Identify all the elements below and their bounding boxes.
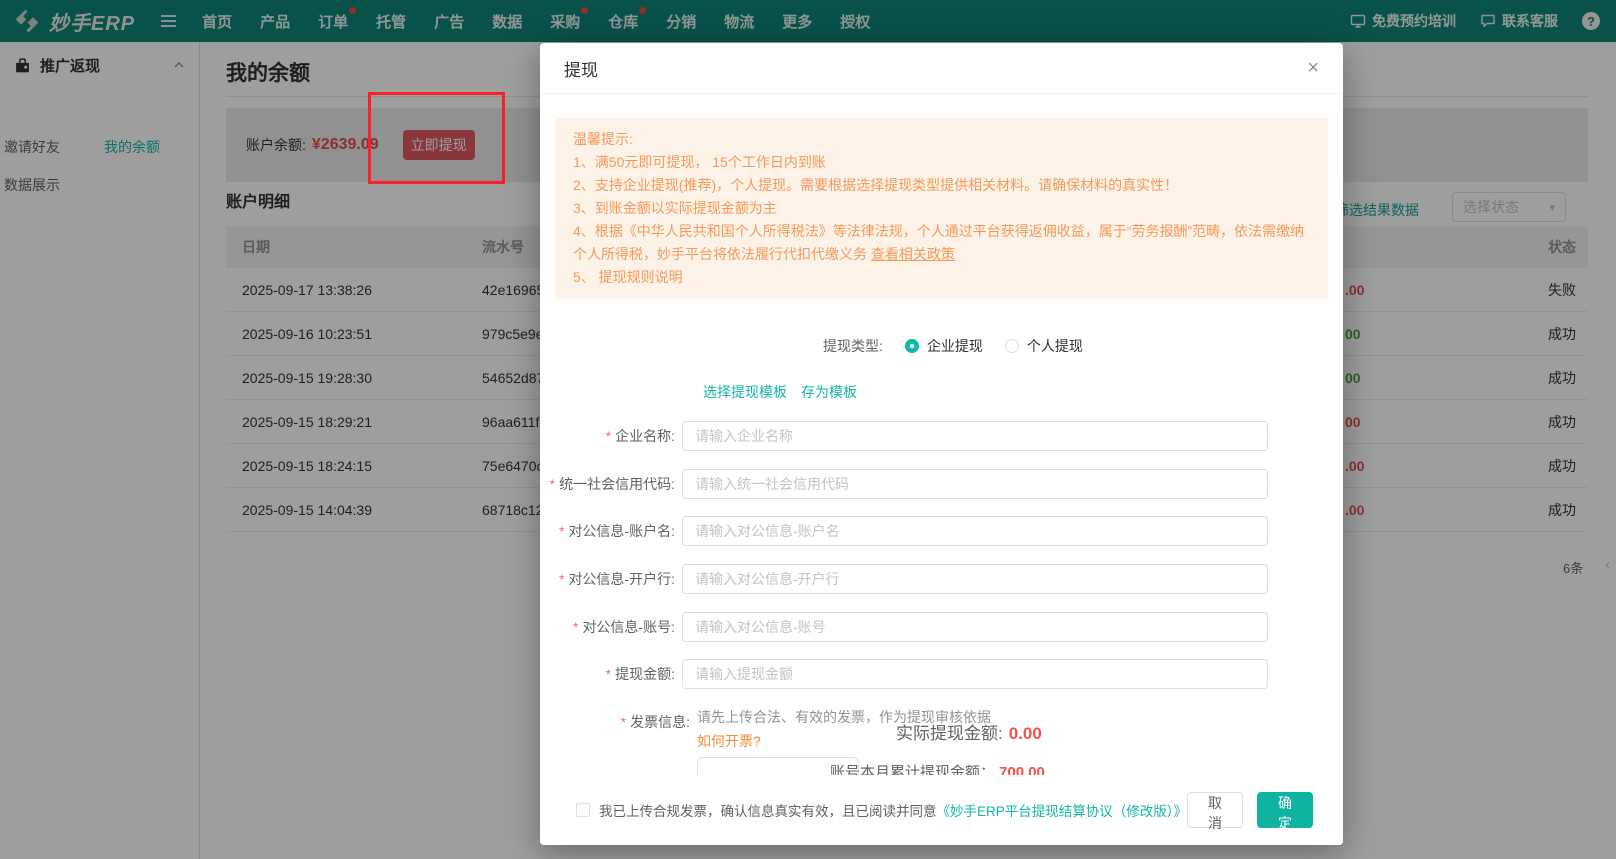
account-number-input[interactable] — [682, 612, 1268, 642]
choose-template-link[interactable]: 选择提现模板 — [703, 382, 787, 402]
required-asterisk: * — [605, 666, 612, 682]
how-to-invoice-link[interactable]: 如何开票? — [697, 731, 761, 751]
radio-unselected-icon — [1004, 339, 1019, 353]
agree-checkbox[interactable] — [576, 803, 590, 817]
required-asterisk: * — [558, 523, 565, 539]
required-asterisk: * — [572, 619, 579, 635]
radio-selected-icon — [904, 339, 919, 353]
monthly-total-withdraw-row: 账号本月累计提现金额： 700.00 — [830, 761, 1045, 775]
withdraw-amount-input[interactable] — [682, 659, 1268, 689]
account-name-input[interactable] — [682, 516, 1268, 546]
required-asterisk: * — [620, 714, 627, 730]
modal-body: 温馨提示: 1、满50元即可提现， 15个工作日内到账 2、支持企业提现(推荐)… — [540, 95, 1343, 775]
notice-line-2: 2、支持企业提现(推荐)，个人提现。需要根据选择提现类型提供相关材料。请确保材料… — [573, 177, 1179, 193]
required-asterisk: * — [558, 571, 565, 587]
notice-line-5: 5、 提现规则说明 — [573, 269, 683, 285]
confirm-button[interactable]: 确定 — [1257, 792, 1313, 831]
withdraw-type-row: 提现类型: 企业提现 个人提现 — [823, 334, 1083, 358]
cancel-button[interactable]: 取消 — [1187, 792, 1244, 831]
required-asterisk: * — [605, 428, 612, 444]
radio-enterprise-withdraw[interactable]: 企业提现 — [904, 336, 983, 356]
modal-title: 提现 — [564, 60, 598, 80]
withdraw-type-label: 提现类型: — [823, 338, 883, 354]
bank-branch-input[interactable] — [682, 564, 1268, 594]
actual-withdraw-amount-value: 0.00 — [1008, 724, 1042, 743]
modal-footer: 我已上传合规发票，确认信息真实有效，且已阅读并同意 《妙手ERP平台提现结算协议… — [540, 775, 1343, 845]
credit-code-input[interactable] — [682, 469, 1268, 499]
close-icon[interactable]: × — [1307, 58, 1319, 78]
settlement-agreement-link[interactable]: 《妙手ERP平台提现结算协议（修改版）》 — [937, 800, 1188, 820]
modal-header: 提现 × — [540, 43, 1343, 94]
save-template-link[interactable]: 存为模板 — [801, 382, 857, 402]
notice-line-4: 4、根据《中华人民共和国个人所得税法》等法律法规，个人通过平台获得返佣收益，属于… — [573, 223, 1305, 262]
invoice-info-label: * 发票信息: — [620, 714, 690, 730]
required-asterisk: * — [549, 476, 556, 492]
monthly-total-withdraw-value: 700.00 — [999, 764, 1045, 775]
notice-title: 温馨提示: — [573, 131, 633, 147]
company-name-input[interactable] — [682, 421, 1268, 451]
radio-personal-withdraw[interactable]: 个人提现 — [1004, 336, 1083, 356]
view-policy-link[interactable]: 查看相关政策 — [871, 246, 955, 262]
withdraw-modal: 提现 × 温馨提示: 1、满50元即可提现， 15个工作日内到账 2、支持企业提… — [540, 43, 1343, 845]
notice-line-1: 1、满50元即可提现， 15个工作日内到账 — [573, 154, 826, 170]
template-links-row: 选择提现模板 存为模板 — [703, 382, 857, 402]
actual-withdraw-amount-row: 实际提现金额: 0.00 — [896, 724, 1042, 743]
notice-line-3: 3、到账金额以实际提现金额为主 — [573, 200, 777, 216]
agree-text: 我已上传合规发票，确认信息真实有效，且已阅读并同意 — [599, 804, 937, 819]
red-highlight-annotation — [368, 92, 505, 184]
notice-box: 温馨提示: 1、满50元即可提现， 15个工作日内到账 2、支持企业提现(推荐)… — [555, 118, 1328, 299]
